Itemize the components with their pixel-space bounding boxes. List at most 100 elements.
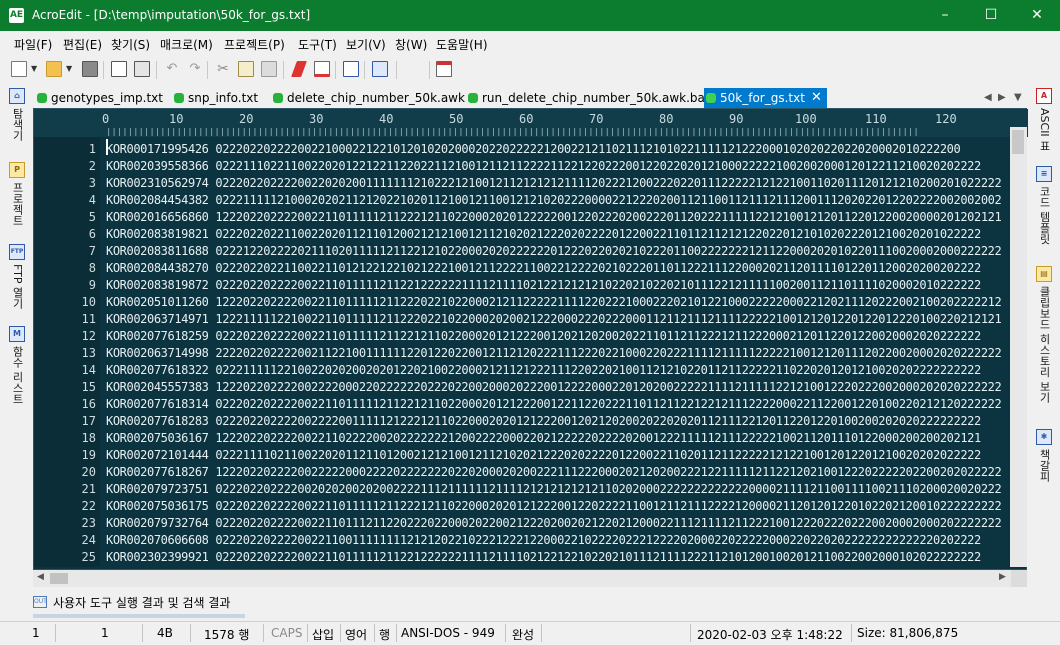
output-panel-tab[interactable]: 사용자 도구 실행 결과 및 검색 결과 [53,594,230,611]
code-line[interactable]: KOR002045557383 122202202222002222000220… [106,380,1002,394]
status-insert-mode[interactable]: 삽입 [312,626,334,643]
line-number-gutter: 1 2 3 4 5 6 7 8 9 10 11 12 13 14 15 16 1… [34,137,100,567]
print-preview-icon[interactable] [111,61,127,77]
export-icon[interactable] [343,61,359,77]
menu-edit[interactable]: 편집(E) [63,36,102,53]
code-line[interactable]: KOR002084438270 022202202211002211012122… [106,261,981,275]
tab-run-delete-chip-number-bat[interactable]: run_delete_chip_number_50k.awk.bat [466,88,710,108]
print-icon[interactable] [134,61,150,77]
code-line[interactable]: KOR000171995426 022202202222002210002212… [106,142,961,156]
menu-help[interactable]: 도움말(H) [436,36,488,53]
ascii-table-tab[interactable]: A ASCII 표 [1035,88,1053,151]
clipboard-history-tab[interactable]: ▤ 클립보드 히스토리 보기 [1035,266,1053,403]
line-number: 23 [81,516,96,530]
menu-window[interactable]: 창(W) [395,36,427,53]
vertical-scroll-thumb[interactable] [1012,130,1024,154]
bookmarks-tab[interactable]: ✱ 책갈피 [1035,429,1053,482]
code-line[interactable]: KOR002302399921 022202202222002211011111… [106,550,981,564]
new-file-icon[interactable] [11,61,27,77]
tab-genotypes-imp[interactable]: genotypes_imp.txt [35,88,163,108]
text-editor[interactable]: 0 10 20 30 40 50 60 70 80 90 100 110 120… [33,108,1028,570]
line-number: 1 [88,142,96,156]
line-number: 16 [81,397,96,411]
code-line[interactable]: KOR002063714998 222202202222002112210011… [106,346,1002,360]
tab-close-icon[interactable]: ✕ [811,88,822,108]
menu-macro[interactable]: 매크로(M) [160,36,213,53]
explorer-tab[interactable]: ⌂ 탐색기 [8,88,26,141]
copy-icon[interactable] [238,61,254,77]
code-line[interactable]: KOR002079723751 022202202222002020200202… [106,482,1002,496]
new-file-dropdown-icon[interactable]: ▼ [31,61,39,77]
line-number: 11 [81,312,96,326]
code-line[interactable]: KOR002039558366 022211102211002202012212… [106,159,981,173]
tab-scroll-left-icon[interactable]: ◀ [984,88,992,108]
code-line[interactable]: KOR002077618322 022211111221002202020020… [106,363,981,377]
code-line[interactable]: KOR002016656860 122202202222002211011111… [106,210,1002,224]
project-tab[interactable]: P 프로젝트 [8,162,26,226]
code-line[interactable]: KOR002083811688 022212202222021110201111… [106,244,1002,258]
code-line[interactable]: KOR002079732764 022202202222002211011121… [106,516,1002,530]
code-line[interactable]: KOR002084454382 022211111210002020211212… [106,193,1002,207]
save-icon[interactable] [82,61,98,77]
highlighter-icon[interactable] [291,61,307,77]
code-line[interactable]: KOR002083819872 022202202222002211011111… [106,278,981,292]
calendar-icon[interactable] [436,61,452,77]
document-tabs: genotypes_imp.txt snp_info.txt delete_ch… [33,88,1027,108]
code-line[interactable]: KOR002075036167 122202202222002211022220… [106,431,981,445]
code-line[interactable]: KOR002077618267 122202202222002222200022… [106,465,1002,479]
tab-list-dropdown-icon[interactable]: ▼ [1014,88,1022,108]
code-template-tab[interactable]: ≡ 코드 템플릿 [1035,166,1053,245]
code-line[interactable]: KOR002083819821 022202202211002202011211… [106,227,981,241]
menu-file[interactable]: 파일(F) [14,36,52,53]
status-selection-mode[interactable]: 행 [379,626,390,643]
menu-tools[interactable]: 도구(T) [298,36,337,53]
file-status-icon [174,93,184,103]
undo-icon[interactable]: ↶ [164,61,180,77]
redo-icon[interactable]: ↷ [187,61,203,77]
code-line[interactable]: KOR002063714971 122211111221002211011111… [106,312,1002,326]
code-line[interactable]: KOR002077618283 022202202222002222001111… [106,414,981,428]
vertical-scrollbar[interactable] [1010,127,1027,567]
minimize-button[interactable]: – [922,0,968,31]
menu-project[interactable]: 프로젝트(P) [224,36,285,53]
maximize-button[interactable]: ☐ [968,0,1014,31]
tab-50k-for-gs[interactable]: 50k_for_gs.txt ✕ [704,88,827,108]
bookmark-icon[interactable] [314,61,330,77]
tab-snp-info[interactable]: snp_info.txt [172,88,258,108]
output-panel-bar: OUT 사용자 도구 실행 결과 및 검색 결과 [33,590,1027,620]
code-line[interactable]: KOR002075036175 022202202222002211011111… [106,499,1002,513]
line-number: 7 [88,244,96,258]
close-button[interactable]: ✕ [1014,0,1060,31]
line-number: 21 [81,482,96,496]
ruler-number: 10 [169,112,184,126]
menu-find[interactable]: 찾기(S) [111,36,150,53]
status-separator [374,624,375,642]
menu-view[interactable]: 보기(V) [346,36,386,53]
scroll-right-icon[interactable]: ▶ [999,572,1006,582]
columns-icon[interactable] [372,61,388,77]
ruler-number: 100 [795,112,817,126]
code-line[interactable]: KOR002051011260 122202202222002211011111… [106,295,1002,309]
horizontal-scroll-thumb[interactable] [50,573,68,584]
scroll-left-icon[interactable]: ◀ [37,572,44,582]
ascii-icon: A [1036,88,1052,104]
bookmarks-tab-label: 책갈피 [1038,449,1051,482]
horizontal-scrollbar[interactable]: ◀ ▶ [33,570,1011,587]
cut-icon[interactable]: ✂ [215,61,231,77]
ftp-tab[interactable]: FTP FTP 열기 [8,244,26,309]
function-list-tab[interactable]: M 함수 리스트 [8,326,26,405]
code-line[interactable]: KOR002310562974 022202202222002202020011… [106,176,1002,190]
code-line[interactable]: KOR002072101444 022211110211002202011211… [106,448,981,462]
code-line[interactable]: KOR002070606608 022202202222002211001111… [106,533,981,547]
paste-icon[interactable] [261,61,277,77]
explorer-tab-label: 탐색기 [11,108,24,141]
open-folder-icon[interactable] [46,61,62,77]
tab-scroll-right-icon[interactable]: ▶ [998,88,1006,108]
code-line[interactable]: KOR002077618314 022202202222002211011111… [106,397,1002,411]
status-autocomplete[interactable]: 완성 [512,626,534,643]
open-dropdown-icon[interactable]: ▼ [66,61,74,77]
editor-text-area[interactable]: KOR000171995426 022202202222002210002212… [106,137,1008,567]
tab-delete-chip-number-awk[interactable]: delete_chip_number_50k.awk [271,88,465,108]
code-line[interactable]: KOR002077618259 022202202222002211011111… [106,329,981,343]
status-encoding[interactable]: ANSI-DOS - 949 [401,626,495,640]
